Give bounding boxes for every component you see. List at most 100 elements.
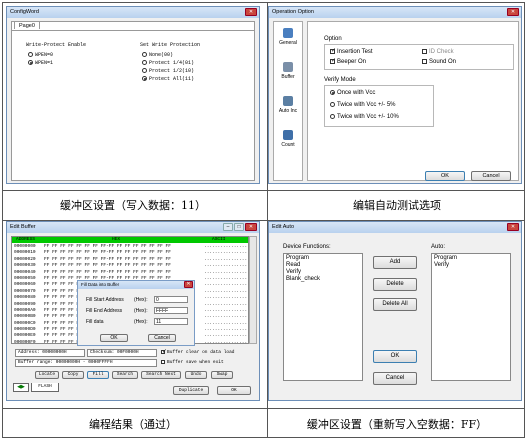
nav-label: Auto Inc xyxy=(278,108,298,114)
radio-label: Protect All(11) xyxy=(149,76,195,82)
operation-nav: General Buffer Auto Inc Count xyxy=(273,21,303,181)
fill-start-input[interactable] xyxy=(154,296,188,303)
fill-button[interactable]: Fill xyxy=(87,371,109,379)
radio-label: WPEN=0 xyxy=(35,52,54,58)
fill-data-input[interactable] xyxy=(154,318,188,325)
checkbox-icon xyxy=(330,57,336,64)
hex-scrollbar[interactable] xyxy=(249,236,257,344)
nav-auto-inc[interactable]: Auto Inc xyxy=(277,96,299,114)
checkbox-label: ID Check xyxy=(429,49,454,56)
checkbox-beeper-on[interactable]: Beeper On xyxy=(330,57,367,66)
grid-divider-1 xyxy=(3,190,524,191)
radio-verify-10[interactable]: Twice with Vcc +/- 10% xyxy=(330,114,399,120)
tab-scroll-arrows[interactable]: ◀▶ xyxy=(13,383,29,392)
swap-button[interactable]: Swap xyxy=(211,371,233,379)
operation-content: Option Insertion Test ID Check Beeper On… xyxy=(307,21,519,181)
caption-bottom-left: 编程结果（通过） xyxy=(89,418,177,431)
close-icon[interactable]: ✕ xyxy=(507,223,519,231)
fill-start-unit: (Hex): xyxy=(134,297,148,303)
fill-dialog-titlebar: Fill Data into Buffer ✕ xyxy=(78,281,194,289)
device-functions-list[interactable]: Program Read Verify Blank_check xyxy=(283,253,363,381)
radio-protect-none[interactable]: None(00) xyxy=(142,52,173,58)
undo-button[interactable]: Undo xyxy=(185,371,207,379)
close-icon[interactable]: ✕ xyxy=(507,8,519,16)
hex-ascii: ................ xyxy=(204,256,248,262)
ok-button[interactable]: OK xyxy=(425,171,465,181)
radio-protect-half[interactable]: Protect 1/2(10) xyxy=(142,68,194,74)
search-button[interactable]: Search xyxy=(112,371,138,379)
ok-button[interactable]: OK xyxy=(373,350,417,363)
checkbox-label: Sound On xyxy=(429,59,457,66)
copy-button[interactable]: Copy xyxy=(62,371,84,379)
radio-verify-once[interactable]: Once with Vcc xyxy=(330,90,375,96)
checkbox-save-on-exit[interactable]: Buffer save when exit xyxy=(161,360,224,365)
close-icon[interactable]: ✕ xyxy=(245,8,257,16)
close-icon[interactable]: ✕ xyxy=(245,223,257,231)
operation-option-window: Operation Option ✕ General Buffer Auto I… xyxy=(268,6,522,184)
auto-titlebar: Edit Auto ✕ xyxy=(269,222,521,233)
delete-button[interactable]: Delete xyxy=(373,278,417,291)
operation-titlebar: Operation Option ✕ xyxy=(269,7,521,18)
tab-page0[interactable]: Page0 xyxy=(14,21,40,29)
hex-address: 000000F0 xyxy=(14,339,36,344)
cancel-button[interactable]: Cancel xyxy=(373,372,417,385)
fill-cancel-button[interactable]: Cancel xyxy=(148,334,176,342)
checksum-readout: Checksum: 00F0000H xyxy=(87,349,157,357)
caption-top-left: 缓冲区设置（写入数据：11） xyxy=(60,199,206,212)
search-next-button[interactable]: Search Next xyxy=(141,371,181,379)
radio-wpen-1[interactable]: WPEN=1 xyxy=(28,60,53,66)
hex-ascii: ................ xyxy=(204,275,248,281)
auto-inc-icon xyxy=(283,96,293,106)
hex-ascii: ................ xyxy=(204,333,248,339)
duplicate-button[interactable]: Duplicate xyxy=(173,386,209,395)
auto-list[interactable]: Program Verify xyxy=(431,253,511,381)
radio-protect-all[interactable]: Protect All(11) xyxy=(142,76,194,82)
config-titlebar: ConfigWord ✕ xyxy=(7,7,259,18)
list-item[interactable]: Program xyxy=(286,255,360,262)
nav-general[interactable]: General xyxy=(277,28,299,46)
list-item[interactable]: Verify xyxy=(286,269,360,276)
radio-label: Protect 1/4(01) xyxy=(149,60,195,66)
checkbox-id-check[interactable]: ID Check xyxy=(422,49,454,55)
list-item[interactable]: Blank_check xyxy=(286,276,360,283)
checkbox-label: Insertion Test xyxy=(337,49,373,56)
minimize-icon[interactable]: – xyxy=(223,223,233,231)
config-word-window: ConfigWord ✕ Page0 Write-Protect Enable … xyxy=(6,6,260,184)
hex-ascii: ................ xyxy=(204,327,248,333)
radio-wpen-0[interactable]: WPEN=0 xyxy=(28,52,53,58)
checkbox-icon xyxy=(422,49,427,54)
hex-header-ascii: ASCII xyxy=(212,237,226,242)
fill-end-input[interactable] xyxy=(154,307,188,314)
locate-button[interactable]: Locate xyxy=(35,371,59,379)
grid-divider-3 xyxy=(3,408,524,409)
list-item[interactable]: Program xyxy=(434,255,508,262)
option-group-box xyxy=(324,44,514,70)
maximize-icon[interactable]: □ xyxy=(234,223,244,231)
tab-flash[interactable]: FLASH xyxy=(31,383,59,392)
buffer-title: Edit Buffer xyxy=(10,224,36,230)
radio-icon xyxy=(142,68,147,74)
list-item[interactable]: Read xyxy=(286,262,360,269)
radio-icon xyxy=(28,60,33,66)
checkbox-clear-on-load[interactable]: Buffer clear on data load xyxy=(161,348,235,356)
checkbox-label: Buffer clear on data load xyxy=(167,350,235,356)
fill-ok-button[interactable]: OK xyxy=(100,334,128,342)
list-item[interactable]: Verify xyxy=(434,262,508,269)
radio-icon xyxy=(330,114,335,119)
checkbox-label: Buffer save when exit xyxy=(167,360,224,366)
close-icon[interactable]: ✕ xyxy=(184,281,193,288)
cancel-button[interactable]: Cancel xyxy=(471,171,511,181)
nav-count[interactable]: Count xyxy=(277,130,299,148)
buffer-range-readout: Buffer range: 00000000H - 0000FFFFH xyxy=(15,359,157,367)
radio-protect-quarter[interactable]: Protect 1/4(01) xyxy=(142,60,194,66)
nav-buffer[interactable]: Buffer xyxy=(277,62,299,80)
ok-button[interactable]: OK xyxy=(217,386,251,395)
checkbox-icon xyxy=(330,47,336,54)
checkbox-label: Beeper On xyxy=(337,59,367,66)
delete-all-button[interactable]: Delete All xyxy=(373,298,417,311)
radio-label: Twice with Vcc +/- 10% xyxy=(337,114,399,121)
checkbox-sound-on[interactable]: Sound On xyxy=(422,59,456,65)
add-button[interactable]: Add xyxy=(373,256,417,269)
radio-verify-5[interactable]: Twice with Vcc +/- 5% xyxy=(330,102,396,108)
checkbox-insertion-test[interactable]: Insertion Test xyxy=(330,47,373,56)
